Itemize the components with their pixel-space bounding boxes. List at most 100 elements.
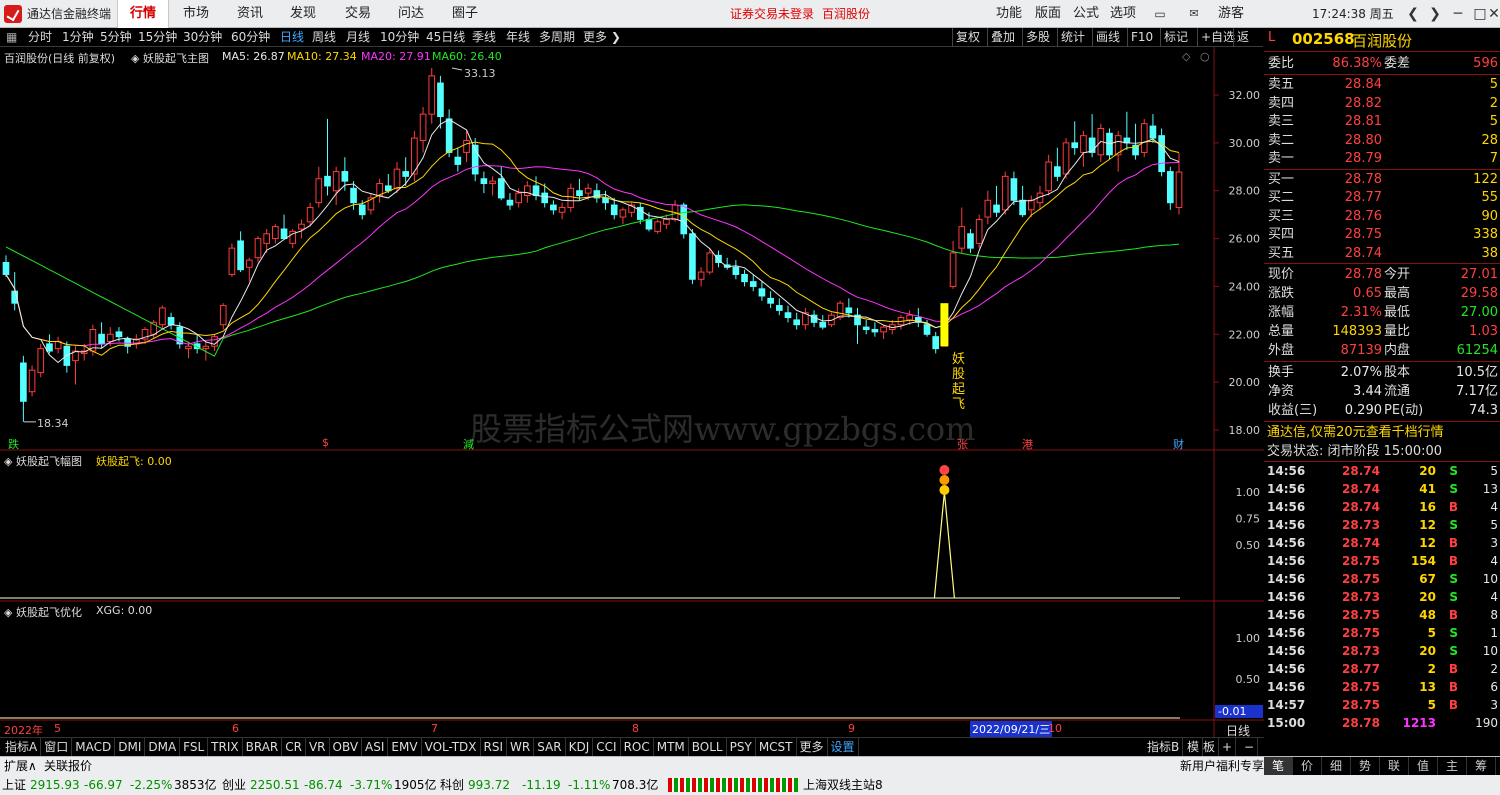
toolbar-btn-7[interactable]: +自选 — [1197, 28, 1238, 47]
stat-row-4[interactable]: 外盘 87139 内盘 61254 — [1264, 341, 1500, 360]
menu-xuanxiang[interactable]: 选项 — [1110, 0, 1136, 28]
new-user-promo[interactable]: 新用户福利专享 — [1180, 757, 1264, 776]
period-2[interactable]: 5分钟 — [100, 28, 132, 47]
tab-shichang[interactable]: 市场 — [183, 0, 209, 28]
stat-row-1[interactable]: 涨跌 0.65 最高 29.58 — [1264, 284, 1500, 303]
back-icon[interactable]: ❮ — [1403, 4, 1423, 24]
indicator-15[interactable]: WR — [507, 738, 535, 756]
tick-row[interactable]: 14:56 28.74 41 S 13 — [1264, 480, 1500, 498]
indicator-3[interactable]: DMI — [115, 738, 146, 756]
forward-icon[interactable]: ❯ — [1425, 4, 1445, 24]
main-indicator-name[interactable]: ◈ 妖股起飞主图 — [131, 50, 209, 66]
quote-tab-0[interactable]: 笔 — [1264, 757, 1293, 776]
stat-row-5[interactable]: 换手 2.07% 股本 10.5亿 — [1264, 363, 1500, 382]
tick-row[interactable]: 14:56 28.74 12 B 3 — [1264, 534, 1500, 552]
indicator-8[interactable]: CR — [282, 738, 306, 756]
tick-row[interactable]: 14:56 28.73 12 S 5 — [1264, 516, 1500, 534]
indicator-24[interactable]: 更多 — [797, 738, 828, 756]
indicator-18[interactable]: CCI — [593, 738, 621, 756]
tab-quanzi[interactable]: 圈子 — [452, 0, 478, 28]
minimize-icon[interactable]: ─ — [1448, 4, 1468, 24]
maximize-icon[interactable]: □ — [1470, 4, 1490, 24]
buy-level-4[interactable]: 买四 28.75 338 — [1264, 225, 1500, 244]
market-index-1-3[interactable]: -3.71% — [350, 775, 392, 795]
indicator-right-2[interactable]: 板 — [1200, 738, 1220, 756]
market-index-2-0[interactable]: 科创 — [440, 775, 464, 795]
quote-tab-3[interactable]: 势 — [1351, 757, 1380, 776]
tick-row[interactable]: 14:56 28.75 13 B 6 — [1264, 678, 1500, 696]
tick-row[interactable]: 14:57 28.75 5 B 3 — [1264, 696, 1500, 714]
expand-button[interactable]: 扩展∧ — [4, 757, 37, 776]
menu-banmian[interactable]: 版面 — [1035, 0, 1061, 28]
sell-level-5[interactable]: 卖五 28.84 5 — [1264, 75, 1500, 94]
market-index-2-3[interactable]: -1.11% — [568, 775, 610, 795]
indicator-4[interactable]: DMA — [145, 738, 181, 756]
sub2-title[interactable]: ◈ 妖股起飞优化 — [4, 604, 82, 620]
tab-hangqing[interactable]: 行情 — [117, 0, 169, 28]
market-index-2-2[interactable]: -11.19 — [522, 775, 561, 795]
menu-gongneng[interactable]: 功能 — [996, 0, 1022, 28]
tick-row[interactable]: 14:56 28.77 2 B 2 — [1264, 660, 1500, 678]
period-13[interactable]: 多周期 — [539, 28, 575, 47]
buy-level-2[interactable]: 买二 28.77 55 — [1264, 188, 1500, 207]
indicator-13[interactable]: VOL-TDX — [422, 738, 481, 756]
indicator-2[interactable]: MACD — [72, 738, 116, 756]
grid-icon[interactable]: ▦ — [6, 28, 17, 47]
event-die[interactable]: 跌 — [8, 436, 19, 452]
indicator-14[interactable]: RSI — [481, 738, 508, 756]
indicator-16[interactable]: SAR — [534, 738, 566, 756]
stat-row-7[interactable]: 收益(三) 0.290 PE(动) 74.3 — [1264, 401, 1500, 420]
toolbar-btn-8[interactable]: 返回 — [1233, 28, 1263, 63]
tab-wenda[interactable]: 问达 — [398, 0, 424, 28]
quote-tab-7[interactable]: 筹 — [1467, 757, 1496, 776]
quote-tab-2[interactable]: 细 — [1322, 757, 1351, 776]
market-index-1-0[interactable]: 创业 — [222, 775, 246, 795]
buy-level-3[interactable]: 买三 28.76 90 — [1264, 207, 1500, 226]
market-index-1-1[interactable]: 2250.51 — [250, 775, 300, 795]
lock-icon[interactable]: ▭ — [1150, 4, 1170, 24]
period-7[interactable]: 周线 — [312, 28, 336, 47]
diamond-icon[interactable]: ◇ — [1182, 50, 1190, 63]
toolbar-btn-4[interactable]: 画线 — [1092, 28, 1123, 47]
period-0[interactable]: 分时 — [28, 28, 52, 47]
tab-faxian[interactable]: 发现 — [290, 0, 316, 28]
stat-row-3[interactable]: 总量 148393 量比 1.03 — [1264, 322, 1500, 341]
indicator-5[interactable]: FSL — [180, 738, 209, 756]
market-index-0-4[interactable]: 3853亿 — [174, 775, 217, 795]
indicator-17[interactable]: KDJ — [566, 738, 594, 756]
period-3[interactable]: 15分钟 — [138, 28, 177, 47]
related-quote-button[interactable]: 关联报价 — [44, 757, 92, 776]
market-index-2-4[interactable]: 708.3亿 — [612, 775, 658, 795]
period-12[interactable]: 年线 — [506, 28, 530, 47]
indicator-6[interactable]: TRIX — [208, 738, 243, 756]
market-index-1-2[interactable]: -86.74 — [304, 775, 343, 795]
ad-banner[interactable]: 通达信,仅需20元查看千档行情 — [1264, 423, 1500, 442]
tick-row[interactable]: 14:56 28.75 154 B 4 — [1264, 552, 1500, 570]
event-cai[interactable]: 财 — [1173, 436, 1184, 452]
market-index-2-1[interactable]: 993.72 — [468, 775, 510, 795]
quote-tab-6[interactable]: 主 — [1438, 757, 1467, 776]
indicator-12[interactable]: EMV — [388, 738, 422, 756]
tick-row[interactable]: 14:56 28.73 20 S 10 — [1264, 642, 1500, 660]
period-1[interactable]: 1分钟 — [62, 28, 94, 47]
quote-tab-1[interactable]: 价 — [1293, 757, 1322, 776]
tick-row[interactable]: 15:00 28.78 1213 190 — [1264, 714, 1500, 732]
period-8[interactable]: 月线 — [346, 28, 370, 47]
toolbar-btn-6[interactable]: 标记 — [1160, 28, 1191, 47]
indicator-0[interactable]: 指标A — [2, 738, 42, 756]
stat-row-2[interactable]: 涨幅 2.31% 最低 27.00 — [1264, 303, 1500, 322]
indicator-1[interactable]: 窗口 — [41, 738, 73, 756]
toolbar-btn-0[interactable]: 复权 — [952, 28, 983, 47]
indicator-21[interactable]: BOLL — [689, 738, 727, 756]
sub1-title[interactable]: ◈ 妖股起飞幅图 — [4, 453, 82, 469]
market-index-0-1[interactable]: 2915.93 — [30, 775, 80, 795]
buy-level-1[interactable]: 买一 28.78 122 — [1264, 170, 1500, 189]
tab-jiaoyi[interactable]: 交易 — [345, 0, 371, 28]
tab-zixun[interactable]: 资讯 — [237, 0, 263, 28]
period-14[interactable]: 更多 ❯ — [583, 28, 621, 47]
sell-level-2[interactable]: 卖二 28.80 28 — [1264, 131, 1500, 150]
menu-gongshi[interactable]: 公式 — [1073, 0, 1099, 28]
indicator-right-4[interactable]: − — [1241, 738, 1259, 756]
indicator-20[interactable]: MTM — [654, 738, 689, 756]
event-dollar[interactable]: $ — [322, 436, 329, 449]
